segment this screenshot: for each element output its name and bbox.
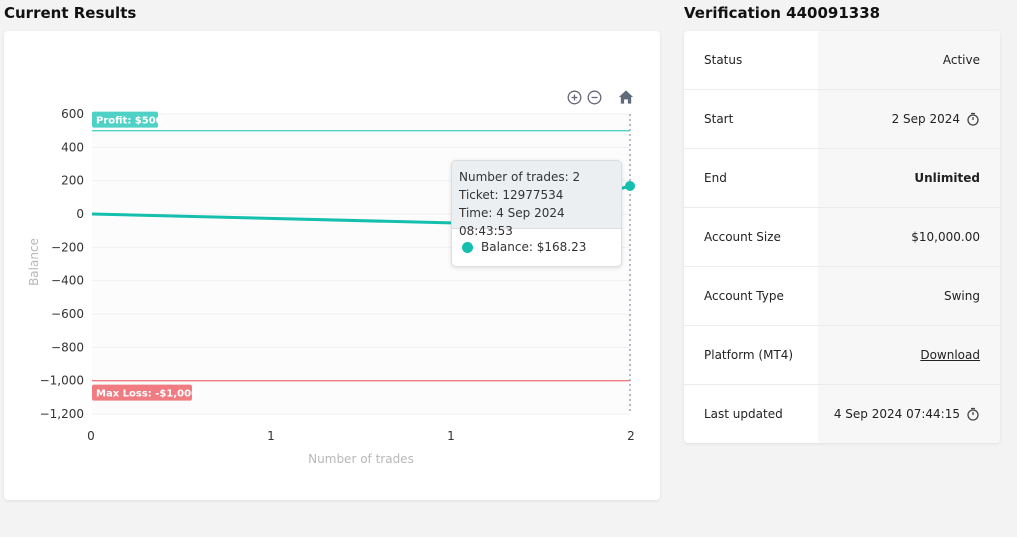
tooltip-trades: Number of trades: 2 bbox=[459, 170, 581, 184]
info-label: Last updated bbox=[704, 407, 783, 421]
y-tick-label: 400 bbox=[61, 140, 84, 154]
tooltip-ticket: Ticket: 12977534 bbox=[459, 188, 564, 202]
y-tick-label: −600 bbox=[51, 307, 84, 321]
x-axis-title: Number of trades bbox=[308, 452, 414, 466]
y-tick-label: −400 bbox=[51, 274, 84, 288]
y-tick-label: −1,200 bbox=[40, 407, 84, 421]
info-label: Account Type bbox=[704, 289, 784, 303]
x-tick-label: 1 bbox=[267, 429, 275, 443]
x-tick-label: 2 bbox=[627, 429, 635, 443]
info-label: End bbox=[704, 171, 727, 185]
start-value: 2 Sep 2024 bbox=[891, 112, 960, 126]
stopwatch-icon bbox=[967, 407, 979, 421]
stopwatch-icon bbox=[967, 112, 979, 126]
status-value: Active bbox=[942, 53, 980, 67]
account-size-value: $10,000.00 bbox=[911, 230, 980, 244]
end-value: Unlimited bbox=[914, 171, 980, 185]
info-row-start: Start 2 Sep 2024 bbox=[684, 90, 1000, 149]
info-row-account-size: Account Size $10,000.00 bbox=[684, 208, 1000, 267]
tooltip-series-marker bbox=[462, 241, 473, 253]
annotation-label: Profit: $500 bbox=[96, 116, 163, 127]
y-axis-title: Balance bbox=[27, 238, 41, 286]
y-tick-label: 200 bbox=[61, 174, 84, 188]
info-row-platform: Platform (MT4) Download bbox=[684, 326, 1000, 385]
info-row-end: End Unlimited bbox=[684, 149, 1000, 208]
account-type-value: Swing bbox=[944, 289, 980, 303]
info-label: Start bbox=[704, 112, 734, 126]
x-tick-label: 0 bbox=[87, 429, 95, 443]
info-label: Account Size bbox=[704, 230, 781, 244]
chart-tooltip: Number of trades: 2 Ticket: 12977534 Tim… bbox=[451, 160, 622, 267]
verification-info-card: Status Active Start 2 Sep 2024 End Unlim… bbox=[684, 31, 1000, 443]
info-row-status: Status Active bbox=[684, 31, 1000, 90]
y-tick-label: 0 bbox=[76, 207, 84, 221]
download-link[interactable]: Download bbox=[920, 348, 980, 362]
y-tick-label: −200 bbox=[51, 240, 84, 254]
info-row-last-updated: Last updated 4 Sep 2024 07:44:15 bbox=[684, 385, 1000, 443]
info-row-account-type: Account Type Swing bbox=[684, 267, 1000, 326]
info-label: Status bbox=[704, 53, 743, 67]
last-updated-value: 4 Sep 2024 07:44:15 bbox=[833, 407, 960, 421]
tooltip-balance: Balance: $168.23 bbox=[481, 240, 587, 254]
annotation-label: Max Loss: -$1,000 bbox=[96, 389, 198, 400]
balance-series-point bbox=[625, 180, 635, 191]
y-tick-label: −800 bbox=[51, 340, 84, 354]
y-tick-label: −1,000 bbox=[40, 374, 84, 388]
x-tick-label: 1 bbox=[447, 429, 455, 443]
info-label: Platform (MT4) bbox=[704, 348, 794, 362]
y-tick-label: 600 bbox=[61, 107, 84, 121]
